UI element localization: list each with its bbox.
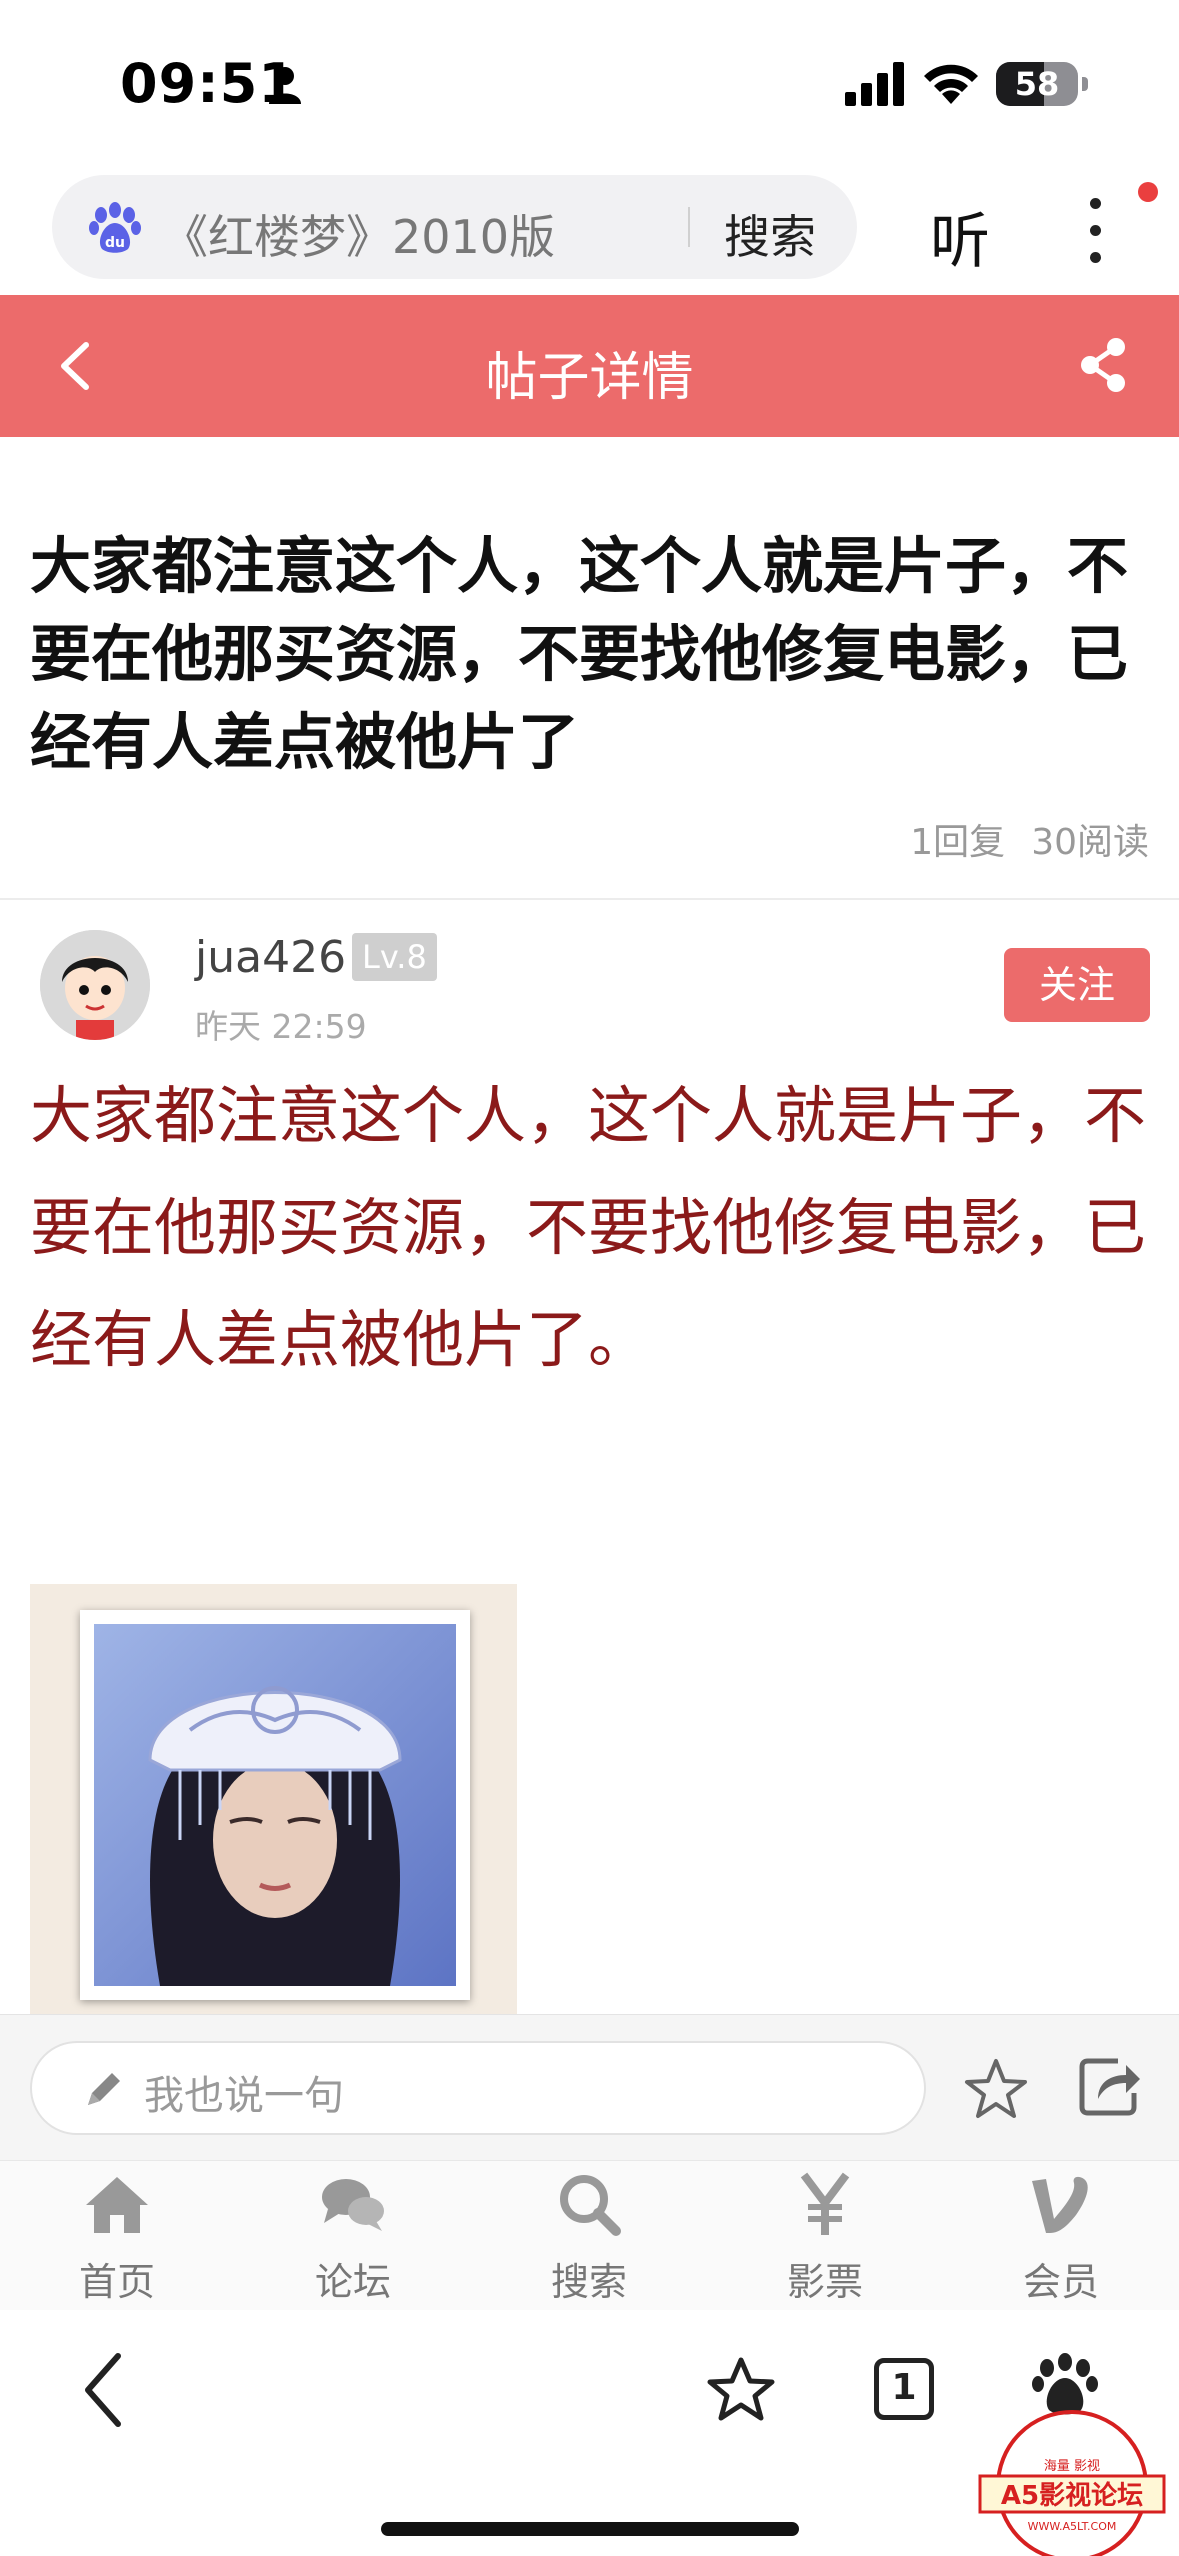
browser-back-icon[interactable] bbox=[80, 2350, 130, 2430]
more-menu-button[interactable] bbox=[1080, 196, 1110, 266]
post-title: 大家都注意这个人，这个人就是片子，不要在他那买资源，不要找他修复电影，已经有人差… bbox=[30, 531, 1129, 778]
yen-icon bbox=[800, 2172, 850, 2235]
watermark-top-text: 海量 影视 bbox=[1044, 2459, 1100, 2474]
comment-bar: 我也说一句 bbox=[0, 2014, 1179, 2160]
more-dot-icon bbox=[1090, 252, 1101, 263]
author-name[interactable]: jua426 bbox=[195, 932, 346, 983]
tab-home[interactable]: 首页 bbox=[37, 2171, 197, 2311]
more-dot-icon bbox=[1090, 225, 1101, 236]
post-timestamp: 昨天 22:59 bbox=[195, 1007, 367, 1046]
status-bar: 09:51 58 bbox=[0, 0, 1179, 170]
tab-label: 首页 bbox=[78, 2260, 155, 2304]
reply-count: 1回复 bbox=[910, 822, 1006, 863]
cellular-signal-icon bbox=[845, 62, 904, 106]
tab-forum[interactable]: 论坛 bbox=[273, 2171, 433, 2311]
search-button[interactable]: 搜索 bbox=[724, 201, 816, 267]
favorite-star-icon[interactable] bbox=[964, 2057, 1028, 2121]
battery-nub bbox=[1082, 77, 1088, 91]
home-indicator[interactable] bbox=[381, 2522, 799, 2536]
bookmark-star-icon[interactable] bbox=[706, 2354, 776, 2424]
cartoon-avatar-icon bbox=[40, 930, 150, 1040]
tab-label: 搜索 bbox=[550, 2260, 627, 2304]
follow-button[interactable]: 关注 bbox=[1004, 948, 1150, 1022]
person-icon bbox=[269, 67, 301, 104]
wifi-icon bbox=[924, 64, 978, 104]
notification-dot bbox=[1138, 182, 1158, 202]
post-image[interactable] bbox=[30, 1584, 517, 2014]
pencil-icon bbox=[88, 2073, 120, 2105]
search-divider bbox=[688, 207, 690, 247]
bottom-tab-bar: 首页 论坛 搜索 影票 会员 bbox=[0, 2160, 1179, 2310]
baidu-paw-icon: du bbox=[89, 202, 141, 253]
tab-vip[interactable]: 会员 bbox=[981, 2171, 1141, 2311]
tab-search[interactable]: 搜索 bbox=[509, 2171, 669, 2311]
search-icon bbox=[560, 2175, 621, 2236]
level-badge: Lv.8 bbox=[352, 933, 437, 981]
vip-icon bbox=[1032, 2176, 1088, 2233]
svg-text:du: du bbox=[105, 235, 125, 251]
watermark-main-text: A5影视论坛 bbox=[1001, 2481, 1143, 2511]
tab-tickets[interactable]: 影票 bbox=[745, 2171, 905, 2311]
listen-button[interactable]: 听 bbox=[930, 193, 990, 280]
section-divider bbox=[0, 898, 1179, 900]
avatar[interactable] bbox=[40, 930, 150, 1040]
page-header: 帖子详情 bbox=[0, 295, 1179, 437]
comment-input[interactable]: 我也说一句 bbox=[30, 2041, 926, 2135]
post-body: 大家都注意这个人，这个人就是片子，不要在他那买资源，不要找他修复电影，已经有人差… bbox=[30, 1079, 1147, 1376]
chat-icon bbox=[322, 2179, 384, 2231]
forum-watermark-logo: 海量 影视 A5影视论坛 WWW.A5LT.COM bbox=[978, 2410, 1166, 2556]
portrait-photo-icon bbox=[94, 1624, 456, 1986]
battery-indicator: 58 bbox=[996, 62, 1088, 106]
share-icon[interactable] bbox=[1078, 337, 1128, 393]
tab-label: 会员 bbox=[1022, 2260, 1099, 2304]
forward-share-icon[interactable] bbox=[1078, 2055, 1142, 2117]
read-count: 30阅读 bbox=[1031, 822, 1149, 863]
photo-frame bbox=[80, 1610, 470, 2000]
browser-search-bar[interactable]: du 《红楼梦》2010版 搜索 bbox=[52, 175, 857, 279]
watermark-url-text: WWW.A5LT.COM bbox=[1028, 2520, 1117, 2533]
tab-count-button[interactable]: 1 bbox=[874, 2358, 934, 2420]
tab-label: 论坛 bbox=[314, 2260, 391, 2304]
search-query-text[interactable]: 《红楼梦》2010版 bbox=[162, 201, 555, 267]
post-stats: 1回复 30阅读 bbox=[910, 813, 1149, 865]
more-dot-icon bbox=[1090, 198, 1101, 209]
battery-percent: 58 bbox=[1014, 65, 1060, 103]
comment-placeholder: 我也说一句 bbox=[144, 2073, 344, 2119]
home-icon bbox=[86, 2177, 148, 2233]
tab-label: 影票 bbox=[786, 2260, 863, 2304]
page-title: 帖子详情 bbox=[485, 348, 694, 408]
